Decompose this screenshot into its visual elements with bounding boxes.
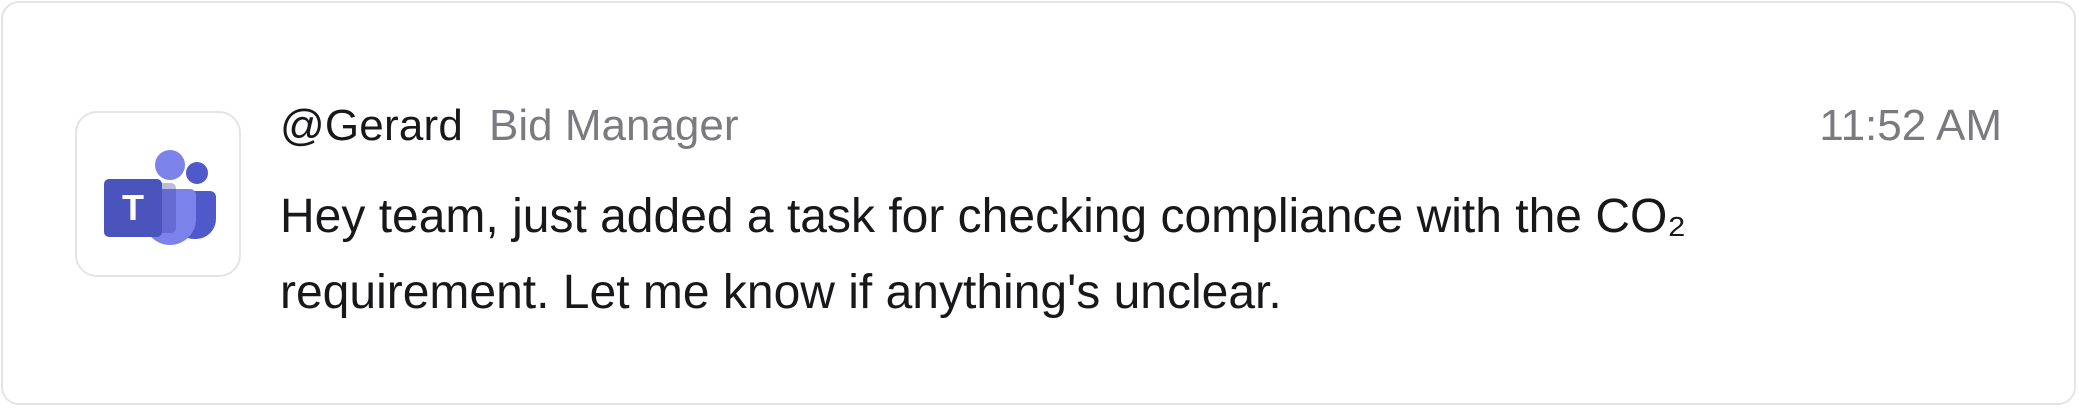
sender-role: Bid Manager [489, 101, 739, 150]
message-timestamp: 11:52 AM [1819, 101, 2002, 150]
message-body: Hey team, just added a task for checking… [280, 190, 1686, 319]
message-card: T @Gerard Bid Manager 11:52 AM Hey team,… [1, 1, 2076, 405]
microsoft-teams-icon: T [104, 150, 216, 245]
message-header: @Gerard Bid Manager [280, 101, 739, 157]
app-avatar: T [75, 111, 241, 277]
message-text: Hey team, just added a task for checking… [280, 179, 1720, 331]
svg-text:T: T [122, 187, 144, 228]
sender-name[interactable]: @Gerard [280, 101, 463, 151]
